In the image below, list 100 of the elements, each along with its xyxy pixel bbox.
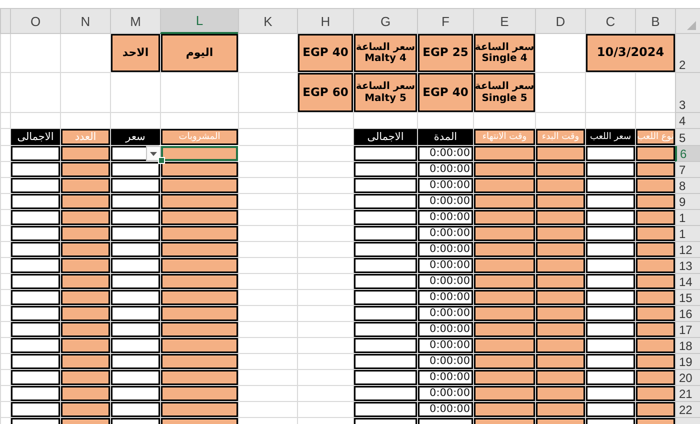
selected-cell[interactable] (160, 146, 238, 162)
table-cell (585, 290, 635, 306)
table-cell (535, 306, 585, 322)
table-cell (60, 354, 110, 370)
row-header[interactable]: 6 (675, 146, 700, 162)
column-header[interactable]: N (60, 9, 110, 34)
row-header[interactable]: 16 (675, 306, 700, 322)
grid-cell (297, 370, 353, 386)
table-cell (585, 226, 635, 242)
grid-cell (238, 73, 297, 113)
row-header[interactable]: 5 (675, 129, 700, 146)
row-header[interactable]: 15 (675, 290, 700, 306)
table-header: الاجمالى (10, 129, 60, 146)
duration-value: 0:00:00 (430, 323, 471, 336)
column-header[interactable]: H (297, 9, 353, 34)
row-header[interactable]: 12 (675, 242, 700, 258)
row-header[interactable]: 13 (675, 258, 700, 274)
table-cell (10, 194, 60, 210)
row-header[interactable]: 8 (675, 178, 700, 194)
row-header[interactable]: 14 (675, 274, 700, 290)
table-cell (60, 274, 110, 290)
grid-cell (238, 290, 297, 306)
table-cell (535, 274, 585, 290)
grid-cell (297, 162, 353, 178)
table-cell (635, 322, 675, 338)
column-header[interactable]: B (635, 9, 675, 34)
grid-cell (297, 146, 353, 162)
grid-cell (0, 306, 10, 322)
table-cell (535, 226, 585, 242)
table-header: المشروبات (160, 129, 238, 146)
table-cell (10, 162, 60, 178)
row-header[interactable]: 3 (675, 73, 700, 113)
table-cell (585, 370, 635, 386)
table-cell (635, 274, 675, 290)
row-header[interactable]: 19 (675, 354, 700, 370)
row-header[interactable]: 7 (675, 162, 700, 178)
grid-cell (0, 322, 10, 338)
table-cell (585, 386, 635, 402)
row-header[interactable]: 4 (675, 113, 700, 129)
row-header[interactable]: 18 (675, 338, 700, 354)
row-header[interactable]: 1 (675, 226, 700, 242)
grid-cell (238, 113, 297, 129)
date-cell: 10/3/2024 (585, 34, 675, 73)
rate-name: Single 5 (482, 92, 528, 104)
column-header[interactable]: M (110, 9, 160, 34)
table-cell (10, 290, 60, 306)
table-cell (535, 354, 585, 370)
grid-cell (238, 370, 297, 386)
row-header[interactable]: 17 (675, 322, 700, 338)
grid-cell (297, 386, 353, 402)
table-cell (10, 210, 60, 226)
grid-cell (297, 226, 353, 242)
grid-cell (10, 34, 60, 73)
duration-value: 0:00:00 (430, 227, 471, 240)
table-cell (535, 338, 585, 354)
row-header[interactable]: 20 (675, 370, 700, 386)
column-header[interactable]: K (238, 9, 297, 34)
duration-value: 0:00:00 (430, 147, 471, 160)
row-header[interactable]: 9 (675, 194, 700, 210)
table-cell (635, 146, 675, 162)
table-cell (535, 162, 585, 178)
row-header[interactable]: 1 (675, 210, 700, 226)
column-header[interactable]: L (160, 9, 238, 34)
fill-handle[interactable] (158, 157, 165, 164)
grid-cell (238, 162, 297, 178)
column-header[interactable]: F (417, 9, 473, 34)
column-header[interactable]: G (353, 9, 417, 34)
rate-name: Malty 5 (364, 92, 406, 104)
row-header[interactable]: 2 (675, 34, 700, 73)
duration-value: 0:00:00 (430, 307, 471, 320)
rate-price: EGP 25 (417, 34, 473, 73)
table-cell (10, 338, 60, 354)
grid-cell (297, 274, 353, 290)
table-cell (635, 306, 675, 322)
table-cell (635, 290, 675, 306)
grid-cell (297, 242, 353, 258)
column-header[interactable]: C (585, 9, 635, 34)
duration-value: 0:00:00 (430, 179, 471, 192)
dropdown-button[interactable] (146, 146, 161, 161)
grid-cell (0, 370, 10, 386)
grid-cell (0, 290, 10, 306)
grid-cell (0, 354, 10, 370)
table-cell (585, 194, 635, 210)
row-header[interactable]: 22 (675, 402, 700, 418)
grid-cell (238, 402, 297, 418)
table-cell (535, 322, 585, 338)
rate-label: سعر الساعة (356, 42, 416, 52)
grid-cell (238, 242, 297, 258)
grid-cell (417, 113, 473, 129)
column-header[interactable]: E (473, 9, 535, 34)
column-header[interactable]: O (10, 9, 60, 34)
row-header[interactable]: 21 (675, 386, 700, 402)
grid-cell (635, 73, 675, 113)
table-cell (635, 402, 675, 418)
rate-label: سعر الساعة (474, 42, 534, 52)
table-cell (10, 146, 60, 162)
table-cell (585, 338, 635, 354)
column-header[interactable]: D (535, 9, 585, 34)
grid-cell (635, 113, 675, 129)
table-cell (10, 322, 60, 338)
